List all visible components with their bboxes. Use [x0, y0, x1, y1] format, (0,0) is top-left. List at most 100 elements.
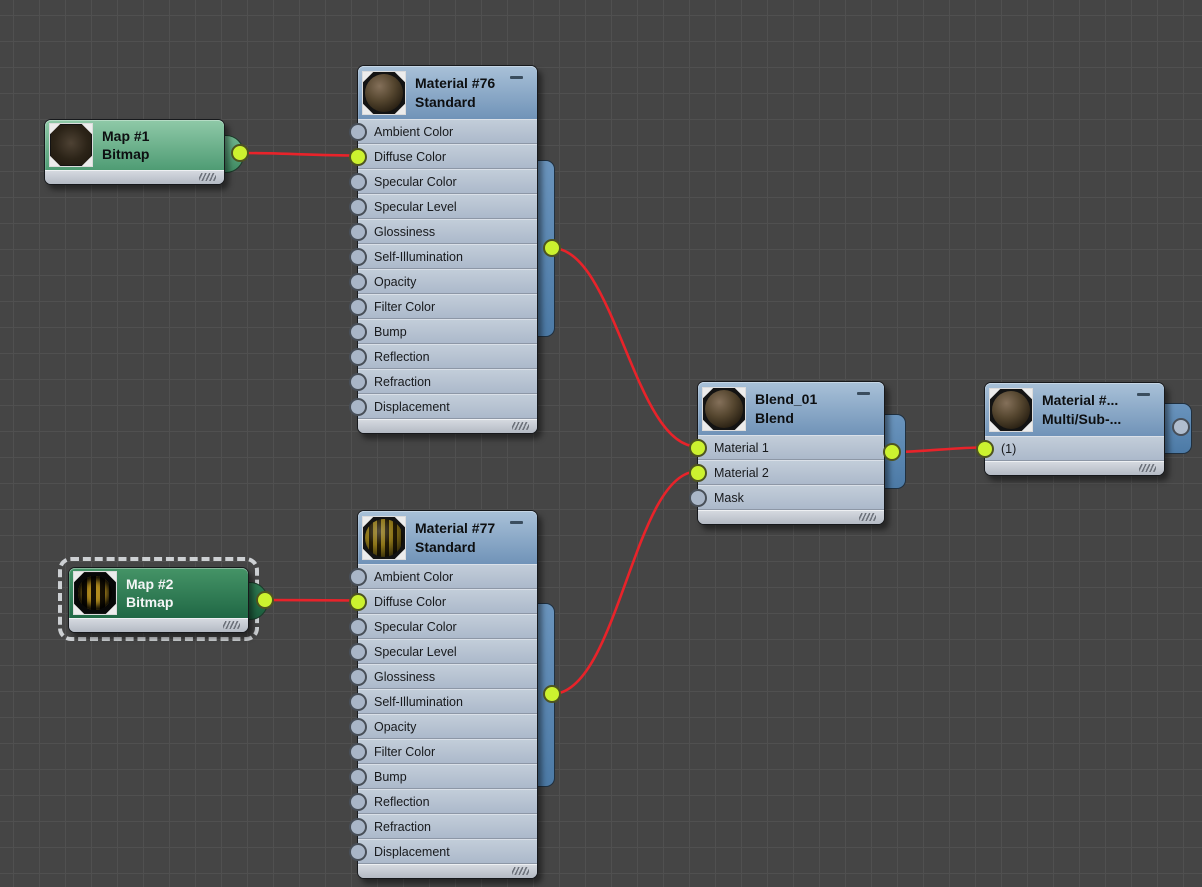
node-title: Map #2	[126, 575, 173, 593]
output-socket[interactable]	[543, 685, 561, 703]
input-socket[interactable]	[349, 618, 367, 636]
node-title: Material #...	[1042, 391, 1121, 409]
collapse-node-icon[interactable]	[857, 392, 870, 395]
slot-label: Specular Color	[374, 175, 457, 189]
input-socket[interactable]	[349, 693, 367, 711]
input-socket[interactable]	[349, 123, 367, 141]
output-socket[interactable]	[256, 591, 274, 609]
material-preview-thumbnail[interactable]	[362, 71, 406, 115]
material-sphere-preview	[705, 390, 743, 428]
node-type-label: Blend	[755, 409, 817, 427]
slot-row: Displacement	[358, 839, 537, 864]
input-socket[interactable]	[349, 323, 367, 341]
material-preview-thumbnail[interactable]	[702, 387, 746, 431]
slot-label: Glossiness	[374, 670, 435, 684]
slot-row: Material 1	[698, 435, 884, 460]
input-socket[interactable]	[349, 398, 367, 416]
resize-grip[interactable]	[223, 621, 240, 629]
slot-row: Reflection	[358, 344, 537, 369]
node-type-label: Multi/Sub-...	[1042, 410, 1121, 428]
input-socket[interactable]	[349, 793, 367, 811]
bitmap-texture-preview	[75, 573, 115, 613]
node-material-77[interactable]: Material #77 Standard Ambient ColorDiffu…	[357, 510, 538, 879]
collapse-node-icon[interactable]	[510, 76, 523, 79]
input-socket[interactable]	[976, 440, 994, 458]
input-slot-list: (1)	[985, 436, 1164, 461]
slot-label: Refraction	[374, 820, 431, 834]
output-socket[interactable]	[543, 239, 561, 257]
material-sphere-preview	[992, 391, 1030, 429]
connection-wire[interactable]	[552, 472, 697, 695]
input-socket[interactable]	[349, 198, 367, 216]
input-socket[interactable]	[349, 843, 367, 861]
output-socket[interactable]	[883, 443, 901, 461]
input-socket[interactable]	[349, 743, 367, 761]
node-map-2[interactable]: Map #2 Bitmap	[68, 567, 249, 633]
node-type-label: Standard	[415, 93, 495, 111]
node-title: Map #1	[102, 127, 149, 145]
input-socket[interactable]	[349, 643, 367, 661]
node-type-label: Bitmap	[126, 593, 173, 611]
slot-row: Glossiness	[358, 664, 537, 689]
collapse-node-icon[interactable]	[1137, 393, 1150, 396]
slot-row: Diffuse Color	[358, 144, 537, 169]
material-preview-thumbnail[interactable]	[362, 516, 406, 560]
slot-label: Ambient Color	[374, 125, 453, 139]
input-socket[interactable]	[349, 223, 367, 241]
input-socket[interactable]	[689, 464, 707, 482]
input-socket[interactable]	[349, 593, 367, 611]
slot-label: Ambient Color	[374, 570, 453, 584]
material-graph-canvas[interactable]: Map #1 Bitmap Material #76 Standard Ambi…	[0, 0, 1202, 887]
slot-row: Specular Color	[358, 169, 537, 194]
input-socket[interactable]	[349, 348, 367, 366]
node-multi-sub-material[interactable]: Material #... Multi/Sub-... (1)	[984, 382, 1165, 476]
node-footer	[358, 864, 537, 878]
connection-wire[interactable]	[552, 248, 697, 447]
input-socket[interactable]	[349, 768, 367, 786]
connection-wire[interactable]	[265, 600, 357, 601]
resize-grip[interactable]	[512, 422, 529, 430]
resize-grip[interactable]	[1139, 464, 1156, 472]
slot-row: Ambient Color	[358, 564, 537, 589]
input-socket[interactable]	[349, 568, 367, 586]
input-socket[interactable]	[349, 173, 367, 191]
input-socket[interactable]	[349, 248, 367, 266]
slot-label: Self-Illumination	[374, 695, 463, 709]
slot-row: Material 2	[698, 460, 884, 485]
resize-grip[interactable]	[199, 173, 216, 181]
output-socket[interactable]	[1172, 418, 1190, 436]
node-map-1[interactable]: Map #1 Bitmap	[44, 119, 225, 185]
material-preview-thumbnail[interactable]	[989, 388, 1033, 432]
input-socket[interactable]	[349, 148, 367, 166]
input-socket[interactable]	[689, 439, 707, 457]
slot-label: Specular Level	[374, 200, 457, 214]
map-preview-thumbnail[interactable]	[49, 123, 93, 167]
slot-label: Opacity	[374, 720, 416, 734]
input-socket[interactable]	[349, 668, 367, 686]
map-preview-thumbnail[interactable]	[73, 571, 117, 615]
slot-row: Specular Level	[358, 639, 537, 664]
node-title: Material #76	[415, 74, 495, 92]
resize-grip[interactable]	[512, 867, 529, 875]
material-sphere-preview	[365, 519, 403, 557]
input-socket[interactable]	[689, 489, 707, 507]
resize-grip[interactable]	[859, 513, 876, 521]
slot-row: Refraction	[358, 814, 537, 839]
input-socket[interactable]	[349, 273, 367, 291]
input-socket[interactable]	[349, 373, 367, 391]
connection-wire[interactable]	[240, 153, 357, 156]
node-footer	[358, 419, 537, 433]
input-socket[interactable]	[349, 298, 367, 316]
slot-row: Displacement	[358, 394, 537, 419]
node-type-label: Standard	[415, 538, 495, 556]
slot-label: Displacement	[374, 845, 450, 859]
slot-row: Opacity	[358, 714, 537, 739]
input-socket[interactable]	[349, 718, 367, 736]
slot-label: Specular Level	[374, 645, 457, 659]
output-socket[interactable]	[231, 144, 249, 162]
material-sphere-preview	[365, 74, 403, 112]
collapse-node-icon[interactable]	[510, 521, 523, 524]
node-material-76[interactable]: Material #76 Standard Ambient Color Diffu…	[357, 65, 538, 434]
input-socket[interactable]	[349, 818, 367, 836]
node-blend-01[interactable]: Blend_01 Blend Material 1Material 2Mask	[697, 381, 885, 525]
